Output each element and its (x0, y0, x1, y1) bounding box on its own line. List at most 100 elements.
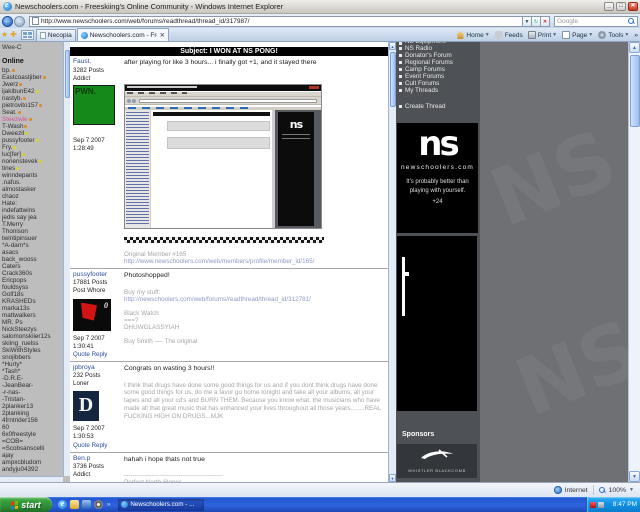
online-user[interactable]: pussyfooter (2, 137, 70, 144)
quote-reply-links[interactable]: Quote Reply (73, 442, 122, 450)
minimize-button[interactable]: _ (604, 2, 614, 11)
forum-menu-item[interactable]: Camp Forums (399, 66, 479, 73)
online-user[interactable]: Jwerz (2, 81, 70, 88)
online-user[interactable]: -JeanBear- (2, 382, 70, 389)
online-user[interactable]: nastyb. (2, 95, 70, 102)
online-user[interactable]: 6x0freestyle (2, 431, 70, 438)
forum-menu-item[interactable]: My Threads (399, 87, 479, 94)
forum-menu-item[interactable]: NS Radio (399, 45, 479, 52)
online-user[interactable]: pietrovito157 (2, 102, 70, 109)
refresh-button[interactable]: ↻ (532, 16, 541, 27)
online-user[interactable]: *Hurty* (2, 361, 70, 368)
online-user[interactable]: chaoz (2, 193, 70, 200)
online-user[interactable]: marka13s (2, 305, 70, 312)
scroll-thumb[interactable] (390, 52, 396, 107)
tray-icon[interactable] (598, 502, 604, 508)
forward-button[interactable]: → (14, 16, 25, 27)
start-button[interactable]: start (0, 497, 52, 512)
online-user[interactable]: ampxcbludom (2, 459, 70, 466)
quicklaunch-overflow-icon[interactable]: » (107, 502, 110, 508)
forum-menu-item[interactable]: Cult Forums (399, 80, 479, 87)
embedded-screenshot-ns-pong[interactable]: ns (124, 84, 322, 229)
print-button[interactable]: Print▼ (528, 31, 557, 39)
tray-icon[interactable] (590, 502, 596, 508)
address-field[interactable]: http://www.newschoolers.com/web/forums/r… (29, 16, 523, 27)
online-user[interactable]: Thonison (2, 228, 70, 235)
search-icon[interactable] (628, 18, 635, 25)
post-author-link[interactable]: Ben.p (73, 455, 122, 464)
online-user[interactable]: ajay (2, 452, 70, 459)
tab-close-icon[interactable]: ✕ (160, 32, 165, 39)
online-user[interactable]: mattwalkers (2, 312, 70, 319)
online-user[interactable]: twintipinsuer (2, 235, 70, 242)
online-user[interactable]: Golf18s (2, 291, 70, 298)
online-user[interactable]: 4frntrider156 (2, 417, 70, 424)
online-user[interactable]: =COB= (2, 438, 70, 445)
pong-paddle[interactable] (402, 257, 405, 316)
online-user[interactable]: ijakibunE42 (2, 88, 70, 95)
online-user[interactable]: salomonskiier12s (2, 333, 70, 340)
post-author-link[interactable]: pussyfooter (73, 271, 122, 280)
online-user[interactable]: SkiWithStyles (2, 347, 70, 354)
online-user[interactable]: T.Merry (2, 221, 70, 228)
online-user[interactable]: winndepants (2, 172, 70, 179)
address-dropdown-button[interactable]: ▼ (523, 16, 532, 27)
online-user[interactable]: 2planker13 (2, 403, 70, 410)
feeds-button[interactable]: Feeds (495, 31, 523, 39)
tab-necopia[interactable]: Necopia (36, 29, 76, 41)
quicklaunch-mail-icon[interactable] (70, 500, 79, 509)
online-user[interactable]: andyju04392 (2, 466, 70, 473)
create-thread-link[interactable]: Create Thread (399, 103, 479, 110)
post-author-link[interactable]: Faust. (73, 58, 122, 67)
online-user[interactable]: MR. Ps (2, 319, 70, 326)
quote-reply-links[interactable]: Quote Reply (73, 351, 122, 359)
zoom-control[interactable]: 100% ▼ (599, 487, 634, 494)
online-user[interactable]: Hate: (2, 200, 70, 207)
online-user[interactable]: 2planking (2, 410, 70, 417)
avatar[interactable]: PWN. (73, 85, 115, 125)
online-user[interactable]: Steezwie (2, 116, 70, 123)
maximize-button[interactable]: □ (616, 2, 626, 11)
online-user[interactable]: *A-dam*s (2, 242, 70, 249)
online-user[interactable]: asacs (2, 249, 70, 256)
add-favorite-icon[interactable]: ✚ (10, 29, 17, 41)
page-button[interactable]: Page▼ (562, 31, 593, 39)
sponsor-whistler-blackcomb[interactable]: WHISTLER BLACKCOMB (397, 444, 477, 478)
online-user[interactable]: tines (2, 165, 70, 172)
forum-menu-item[interactable]: Regional Forums (399, 59, 479, 66)
window-scrollbar[interactable]: ▲ ▼ (628, 42, 640, 482)
online-user[interactable]: NickSteezys (2, 326, 70, 333)
online-user[interactable]: luc[fer] (2, 151, 70, 158)
online-user[interactable]: Caters (2, 263, 70, 270)
online-user[interactable]: KRASHEDs (2, 298, 70, 305)
online-user[interactable]: .nafus. (2, 179, 70, 186)
tools-button[interactable]: Tools▼ (598, 31, 629, 39)
taskbar-task-button[interactable]: Newschoolers.com - ... (118, 499, 204, 511)
online-user[interactable]: Fry. (2, 144, 70, 151)
scroll-up-icon[interactable]: ▲ (629, 42, 640, 53)
close-button[interactable]: ✕ (628, 2, 638, 11)
forum-menu-item[interactable]: Event Forums (399, 73, 479, 80)
online-user[interactable]: Eastcoastjiber (2, 74, 70, 81)
avatar-detroit-d[interactable]: D (73, 391, 99, 421)
home-button[interactable]: Home▼ (456, 31, 489, 39)
online-user[interactable]: Ericpops (2, 277, 70, 284)
online-user[interactable]: Dweezil (2, 130, 70, 137)
quicklaunch-ie-icon[interactable]: e (58, 500, 67, 509)
quicklaunch-app-icon[interactable] (82, 500, 91, 509)
quicklaunch-media-icon[interactable] (94, 500, 103, 509)
newschoolers-ad[interactable]: ns newschoolers.com It's probably better… (397, 123, 478, 233)
avatar[interactable]: 0 (73, 299, 111, 331)
left-frame-scrollbar[interactable] (63, 42, 70, 476)
toolbar-overflow-button[interactable]: » (634, 32, 638, 39)
online-user[interactable]: almostasker (2, 186, 70, 193)
post-author-link[interactable]: jpbroya (73, 364, 122, 373)
online-user[interactable]: Wee-C (2, 44, 70, 51)
online-user[interactable]: indefattwins (2, 207, 70, 214)
scroll-down-icon[interactable]: ▼ (629, 471, 640, 482)
online-user[interactable]: Seat. (2, 109, 70, 116)
online-user[interactable]: Crack360s (2, 270, 70, 277)
thread-frame-scrollbar[interactable]: ▲ ▼ (388, 42, 396, 482)
online-user[interactable]: -D.R.E- (2, 375, 70, 382)
online-user[interactable]: *Tash* (2, 368, 70, 375)
